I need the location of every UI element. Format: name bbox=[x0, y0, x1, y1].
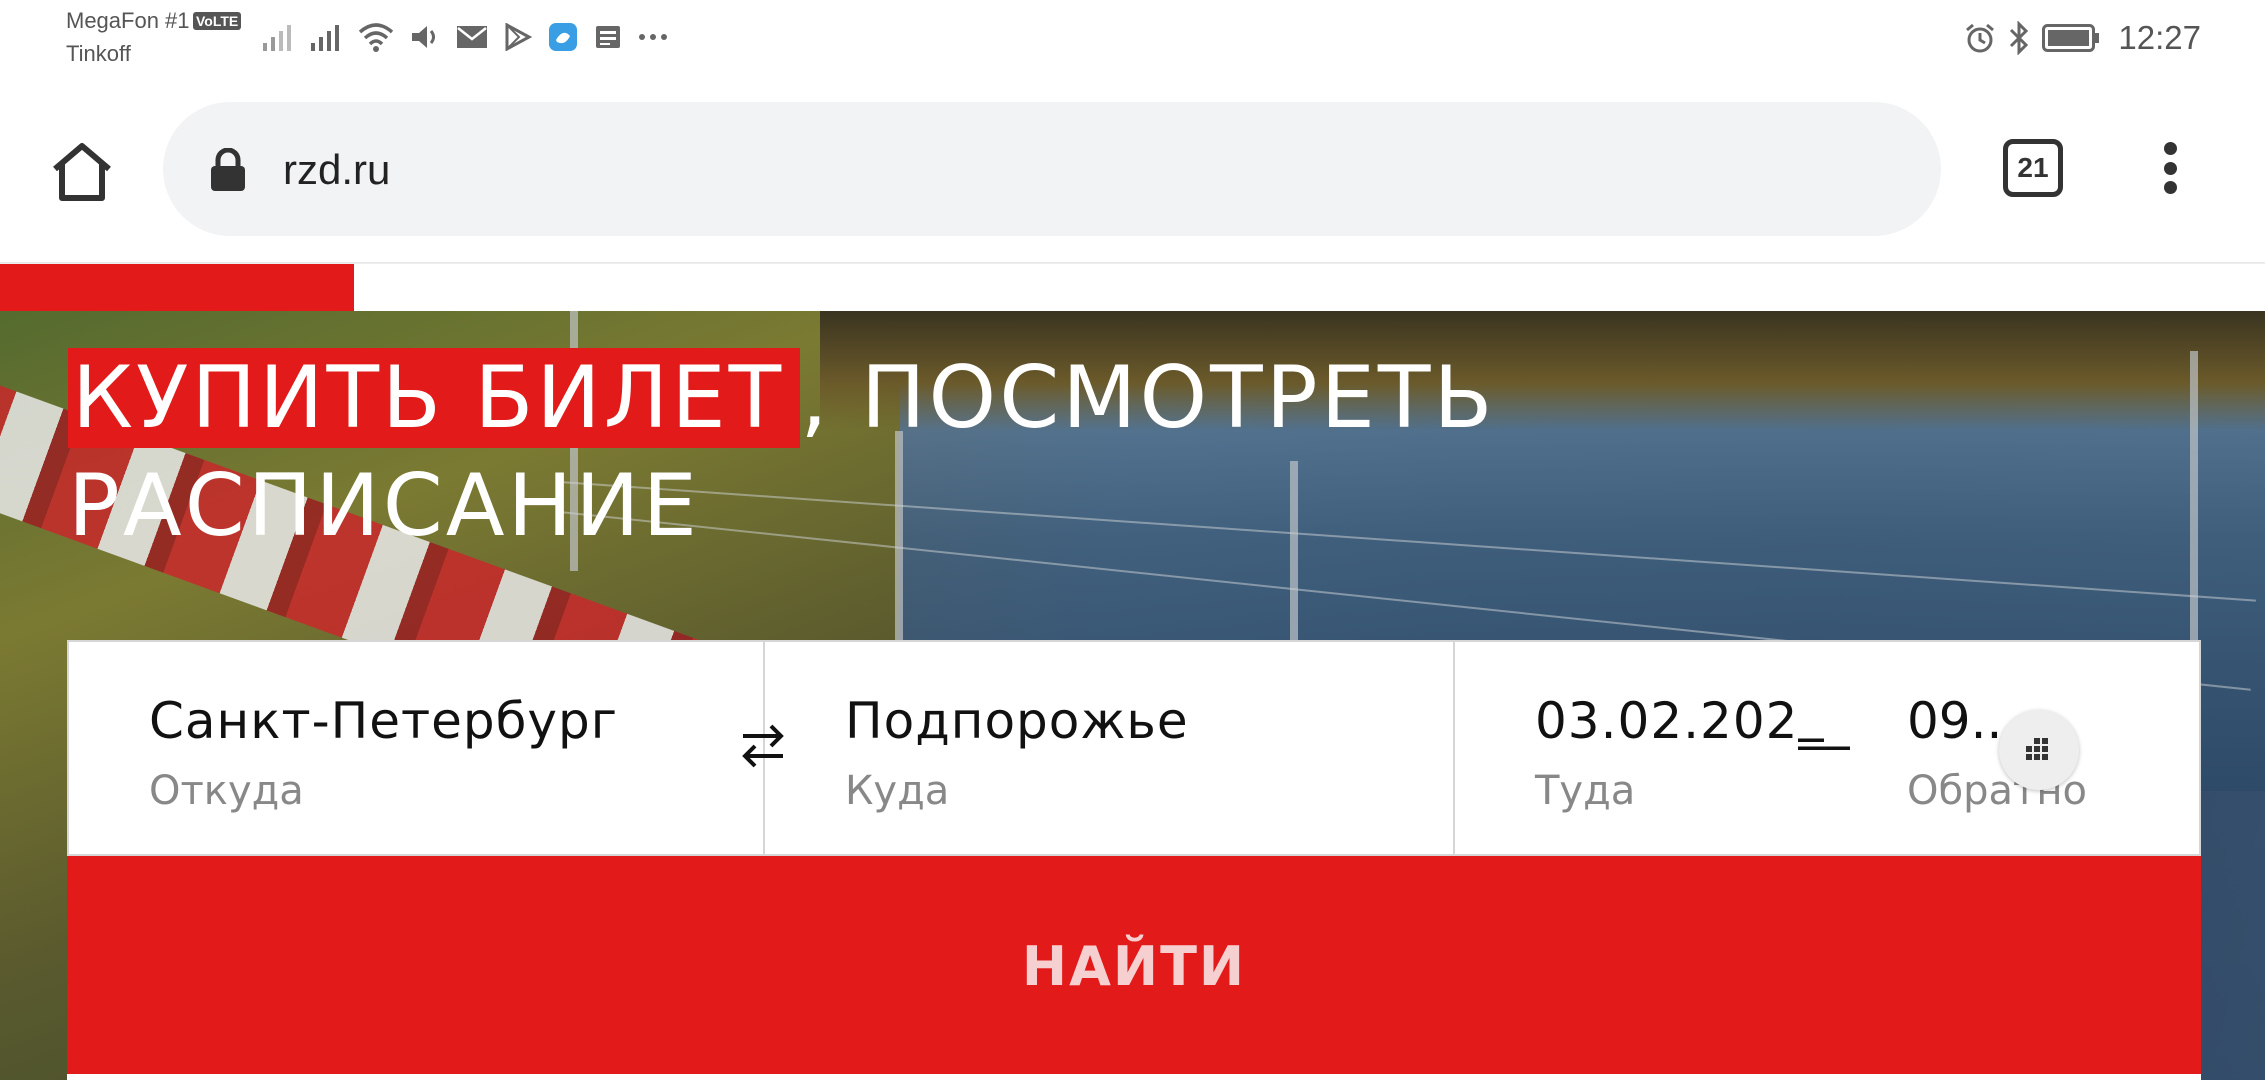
to-field[interactable]: Подпорожье Куда bbox=[763, 642, 1455, 854]
alarm-icon bbox=[1966, 23, 1995, 53]
url-text: rzd.ru bbox=[283, 146, 391, 193]
volte-badge: VoLTE bbox=[193, 12, 242, 30]
carrier-name-1: MegaFon #1 bbox=[66, 8, 190, 33]
date-there-label: Туда bbox=[1535, 768, 1636, 814]
wifi-icon bbox=[358, 23, 394, 52]
ticket-search-form: Санкт-Петербург Откуда Подпорожье Куда 0… bbox=[67, 640, 2201, 856]
from-label: Откуда bbox=[149, 768, 304, 814]
hero-headline: КУПИТЬ БИЛЕТ, ПОСМОТРЕТЬ bbox=[68, 340, 1495, 456]
overflow-menu-button[interactable] bbox=[2150, 136, 2190, 200]
status-bar: MegaFon #1 VoLTE Tinkoff 12:27 bbox=[0, 0, 2265, 80]
news-icon bbox=[596, 26, 620, 48]
to-label: Куда bbox=[845, 768, 950, 814]
brand-red-bar bbox=[0, 264, 354, 311]
date-there-value: 03.02.202‗_ bbox=[1535, 692, 1851, 750]
from-value: Санкт-Петербург bbox=[149, 692, 619, 750]
calendar-grid-icon bbox=[2026, 738, 2048, 760]
headline-highlight: КУПИТЬ БИЛЕТ bbox=[68, 348, 801, 448]
tab-switcher-button[interactable]: 21 bbox=[2003, 139, 2063, 197]
find-button[interactable]: НАЙТИ bbox=[67, 856, 2201, 1076]
signal-icon bbox=[311, 25, 339, 51]
mail-icon bbox=[457, 26, 487, 48]
system-icons: 12:27 bbox=[1964, 18, 2201, 58]
battery-icon bbox=[2042, 24, 2100, 52]
app-icon bbox=[549, 23, 577, 51]
menu-dot bbox=[2163, 161, 2177, 175]
dates-field[interactable]: 03.02.202‗_ Туда 09.... Обратно bbox=[1453, 642, 2203, 854]
clock: 12:27 bbox=[2118, 19, 2201, 56]
to-value: Подпорожье bbox=[845, 692, 1189, 750]
notification-icons bbox=[262, 20, 668, 54]
volume-icon bbox=[412, 26, 435, 48]
from-field[interactable]: Санкт-Петербург Откуда bbox=[69, 642, 763, 854]
menu-dot bbox=[2163, 181, 2177, 194]
play-store-icon bbox=[505, 23, 532, 51]
swap-icon bbox=[742, 724, 784, 768]
form-bottom-edge bbox=[67, 1074, 2201, 1080]
lock-icon bbox=[211, 148, 245, 191]
home-icon bbox=[53, 143, 111, 201]
home-button[interactable] bbox=[46, 136, 118, 208]
url-bar[interactable]: rzd.ru bbox=[163, 102, 1941, 236]
swap-stations-button[interactable] bbox=[733, 716, 793, 776]
carrier-name-2: Tinkoff bbox=[66, 41, 131, 66]
headline-rest: , ПОСМОТРЕТЬ bbox=[800, 348, 1496, 448]
menu-dot bbox=[2163, 142, 2177, 155]
calendar-button[interactable] bbox=[1999, 710, 2079, 790]
more-icon bbox=[639, 34, 667, 40]
bluetooth-icon bbox=[2010, 21, 2029, 55]
signal-icon bbox=[263, 25, 291, 51]
hero-headline-line2: РАСПИСАНИЕ bbox=[68, 456, 700, 556]
browser-toolbar: rzd.ru 21 bbox=[0, 80, 2265, 262]
